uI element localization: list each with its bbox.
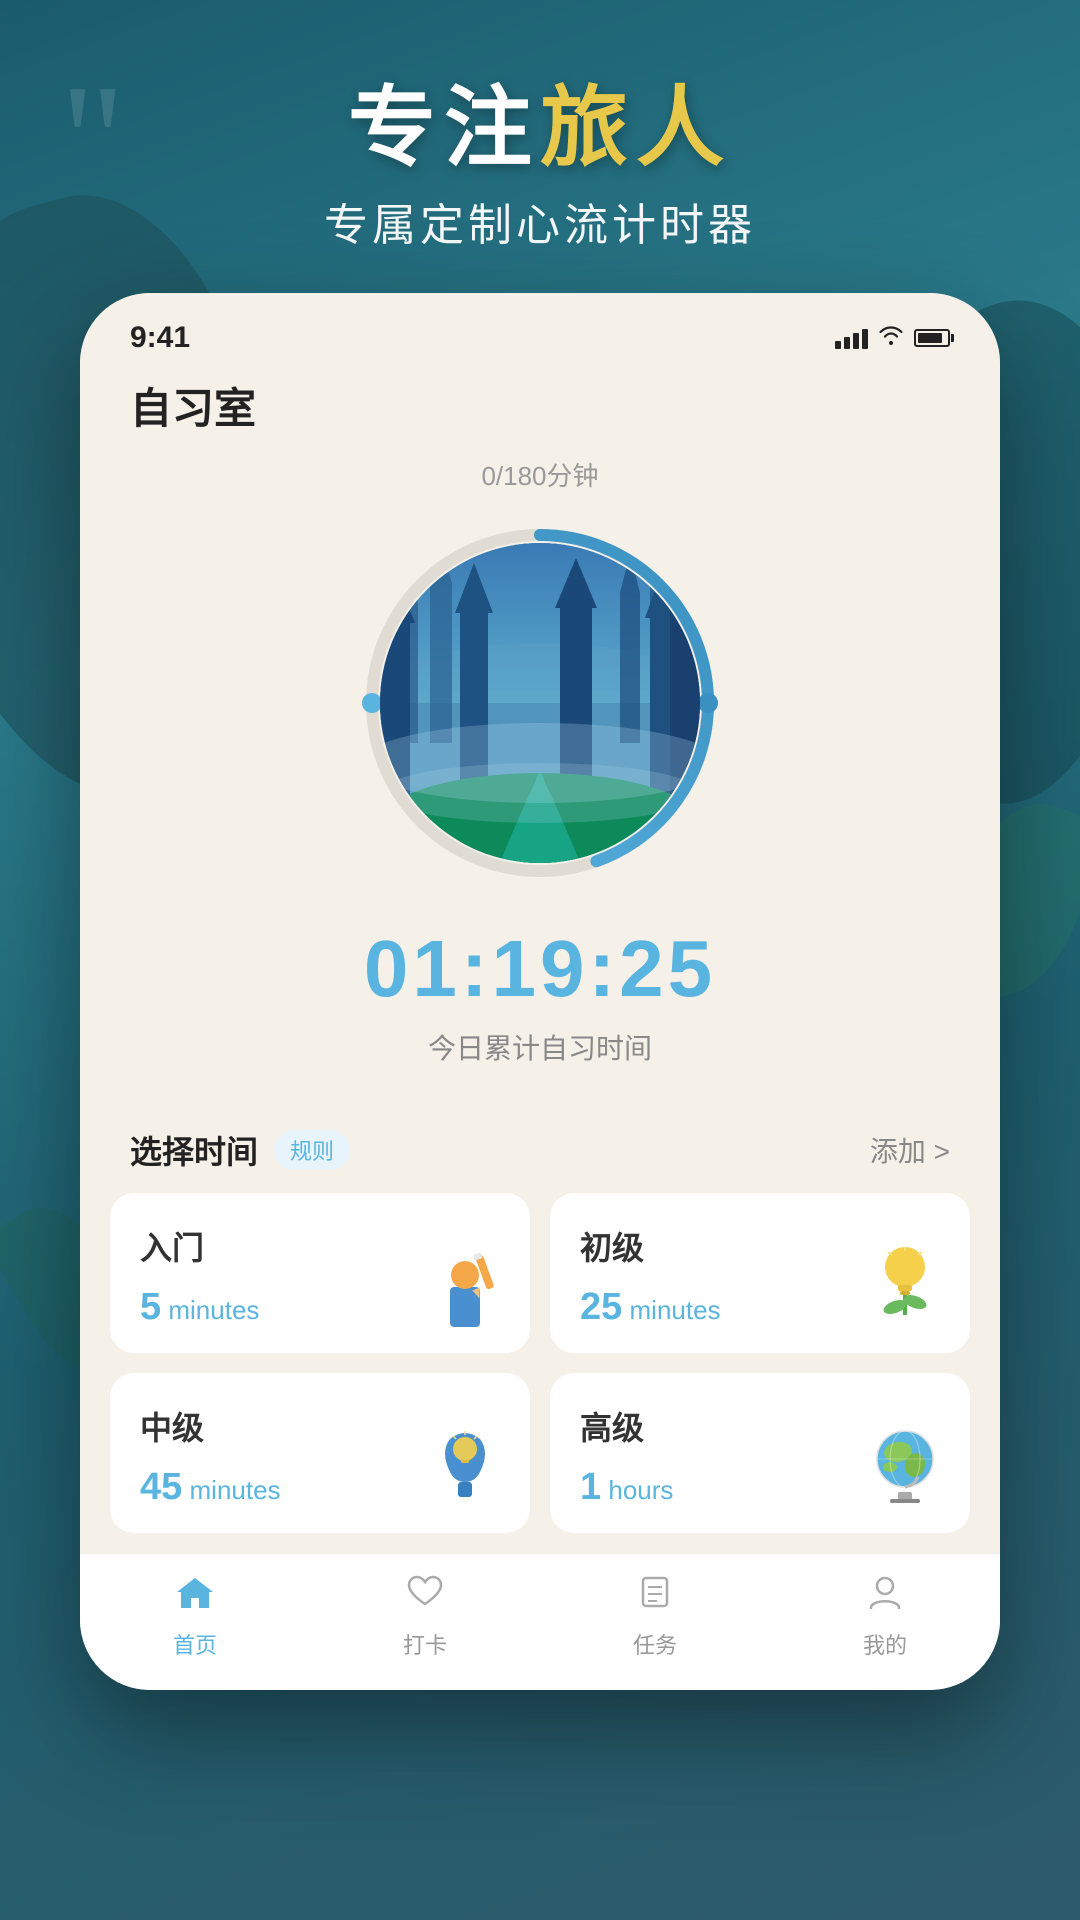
bottom-nav: 首页 打卡 任务: [80, 1553, 1000, 1690]
card-beginner[interactable]: 入门 5 minutes: [110, 1193, 530, 1353]
progress-label: 0/180分钟: [481, 456, 598, 493]
status-time: 9:41: [130, 321, 190, 355]
tasks-icon: [635, 1574, 675, 1620]
title-area: " 专注旅人 专属定制心流计时器: [0, 0, 1080, 293]
heart-icon: [405, 1574, 445, 1620]
rules-badge[interactable]: 规则: [274, 1130, 350, 1170]
headline-highlight: 旅人: [540, 78, 732, 177]
nav-tasks-label: 任务: [633, 1628, 677, 1660]
nav-profile[interactable]: 我的: [770, 1574, 1000, 1660]
page-title: 自习室: [130, 375, 950, 436]
card-advanced[interactable]: 高级 1 hours: [550, 1373, 970, 1533]
app-header: 自习室: [80, 365, 1000, 456]
forest-image: [380, 543, 700, 863]
time-select-title: 选择时间: [130, 1127, 258, 1173]
phone-wrapper: 9:41: [0, 293, 1080, 1690]
nav-checkin[interactable]: 打卡: [310, 1574, 540, 1660]
nav-tasks[interactable]: 任务: [540, 1574, 770, 1660]
home-icon: [175, 1574, 215, 1620]
phone-mockup: 9:41: [80, 293, 1000, 1690]
nav-checkin-label: 打卡: [403, 1628, 447, 1660]
nav-home[interactable]: 首页: [80, 1574, 310, 1660]
nav-home-label: 首页: [173, 1628, 217, 1660]
status-icons: [835, 325, 950, 351]
headline-part1: 专注: [348, 78, 540, 177]
circle-timer[interactable]: [350, 513, 730, 893]
add-link[interactable]: 添加 >: [870, 1130, 950, 1170]
pencil-icon: [420, 1237, 510, 1338]
nav-profile-label: 我的: [863, 1628, 907, 1660]
head-bulb-icon: [420, 1417, 510, 1518]
time-select-header: 选择时间 规则 添加 >: [80, 1107, 1000, 1193]
signal-icon: [835, 327, 868, 349]
card-intermediate[interactable]: 中级 45 minutes: [110, 1373, 530, 1533]
timer-label: 今日累计自习时间: [428, 1027, 652, 1067]
profile-icon: [865, 1574, 905, 1620]
battery-icon: [914, 329, 950, 347]
card-elementary[interactable]: 初级 25 minutes: [550, 1193, 970, 1353]
timer-section: 0/180分钟: [80, 456, 1000, 1107]
forest-svg: [380, 543, 700, 863]
wifi-icon: [878, 325, 904, 351]
time-cards-grid: 入门 5 minutes: [80, 1193, 1000, 1553]
time-select-left: 选择时间 规则: [130, 1127, 350, 1173]
timer-display: 01:19:25: [364, 923, 716, 1015]
quote-decoration: ": [60, 60, 125, 220]
globe-icon: [860, 1417, 950, 1518]
bulb-plant-icon: [860, 1237, 950, 1338]
app-subtitle: 专属定制心流计时器: [0, 189, 1080, 253]
status-bar: 9:41: [80, 293, 1000, 365]
app-headline: 专注旅人: [0, 80, 1080, 177]
